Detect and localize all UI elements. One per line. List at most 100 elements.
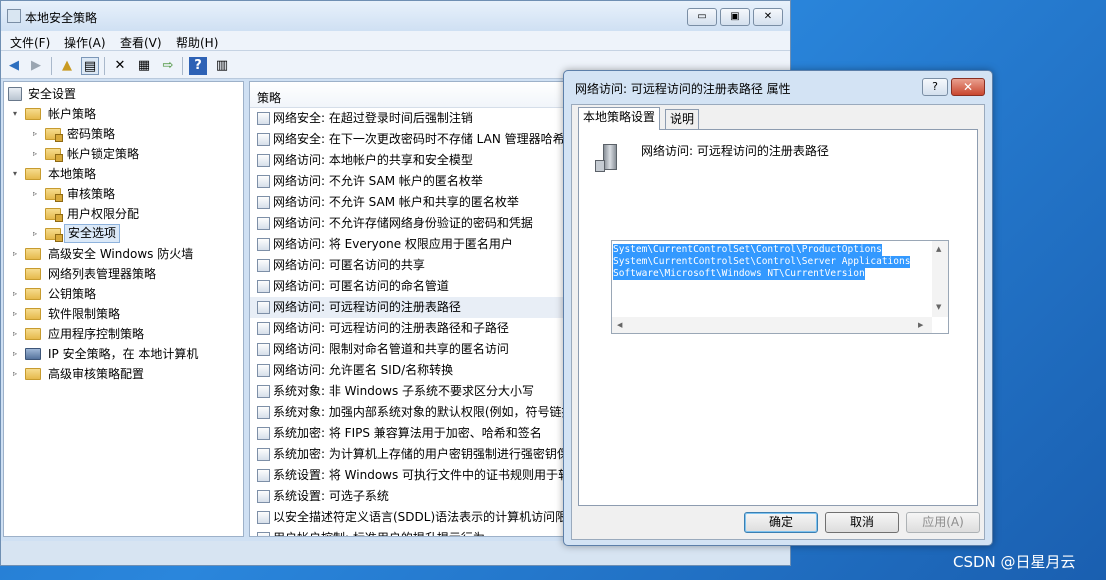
list-item[interactable]: 网络安全: 在超过登录时间后强制注销 xyxy=(250,108,568,129)
tree-item-label: 高级安全 Windows 防火墙 xyxy=(48,247,194,261)
expand-arrow-icon[interactable]: ▹ xyxy=(10,324,20,344)
export-icon[interactable]: ⇨ xyxy=(159,57,177,75)
folder-icon xyxy=(25,168,41,180)
minimize-button[interactable]: ▭ xyxy=(687,8,717,26)
toolbar-separator xyxy=(182,57,183,75)
list-item[interactable]: 网络访问: 不允许存储网络身份验证的密码和凭据 xyxy=(250,213,568,234)
list-item[interactable]: 网络访问: 可匿名访问的命名管道 xyxy=(250,276,568,297)
menu-file[interactable]: 文件(F) xyxy=(10,34,50,51)
list-item[interactable]: 网络访问: 可匿名访问的共享 xyxy=(250,255,568,276)
list-item[interactable]: 以安全描述符定义语言(SDDL)语法表示的计算机访问限 xyxy=(250,507,568,528)
expand-arrow-icon[interactable]: ▹ xyxy=(10,344,20,364)
list-item[interactable]: 网络安全: 在下一次更改密码时不存储 LAN 管理器哈希 xyxy=(250,129,568,150)
list-item[interactable]: 网络访问: 不允许 SAM 帐户的匿名枚举 xyxy=(250,171,568,192)
policy-folder-icon xyxy=(45,188,63,202)
list-item[interactable]: 网络访问: 限制对命名管道和共享的匿名访问 xyxy=(250,339,568,360)
list-item-label: 网络安全: 在下一次更改密码时不存储 LAN 管理器哈希 xyxy=(273,132,565,146)
tab-local-policy-setting[interactable]: 本地策略设置 xyxy=(578,107,661,130)
vertical-scrollbar[interactable]: ▲ ▼ xyxy=(932,241,948,317)
dialog-title: 网络访问: 可远程访问的注册表路径 属性 xyxy=(575,82,791,96)
expand-arrow-icon[interactable]: ▹ xyxy=(30,184,40,204)
registry-path-line: Software\Microsoft\Windows NT\CurrentVer… xyxy=(613,268,865,280)
ok-button[interactable]: 确定 xyxy=(744,512,818,533)
list-item[interactable]: 网络访问: 允许匿名 SID/名称转换 xyxy=(250,360,568,381)
list-item[interactable]: 系统对象: 非 Windows 子系统不要求区分大小写 xyxy=(250,381,568,402)
title-bar: 本地安全策略 ▭ ▣ ✕ xyxy=(1,1,790,31)
list-item[interactable]: 系统设置: 将 Windows 可执行文件中的证书规则用于软 xyxy=(250,465,568,486)
expand-arrow-icon[interactable]: ▹ xyxy=(30,124,40,144)
close-button[interactable]: ✕ xyxy=(753,8,783,26)
tab-panel: 网络访问: 可远程访问的注册表路径 System\CurrentControlS… xyxy=(578,129,978,506)
list-item-selected[interactable]: 网络访问: 可远程访问的注册表路径 xyxy=(250,297,568,318)
list-item[interactable]: 网络访问: 本地帐户的共享和安全模型 xyxy=(250,150,568,171)
scroll-right-icon[interactable]: ▶ xyxy=(918,321,923,329)
list-item-label: 网络安全: 在超过登录时间后强制注销 xyxy=(273,111,473,125)
expand-arrow-icon[interactable]: ▹ xyxy=(10,364,20,384)
app-icon xyxy=(7,9,21,23)
properties-icon[interactable]: ▦ xyxy=(135,57,153,75)
back-arrow-icon[interactable]: ◀ xyxy=(5,57,23,75)
up-folder-icon[interactable]: ▲ xyxy=(58,57,76,75)
list-item-label: 网络访问: 限制对命名管道和共享的匿名访问 xyxy=(273,342,509,356)
expand-arrow-icon[interactable]: ▹ xyxy=(10,244,20,264)
list-item-label: 系统加密: 将 FIPS 兼容算法用于加密、哈希和签名 xyxy=(273,426,542,440)
tab-explain[interactable]: 说明 xyxy=(665,109,700,129)
list-item[interactable]: 系统加密: 将 FIPS 兼容算法用于加密、哈希和签名 xyxy=(250,423,568,444)
apply-button[interactable]: 应用(A) xyxy=(906,512,980,533)
view-icon[interactable]: ▥ xyxy=(213,57,231,75)
scroll-left-icon[interactable]: ◀ xyxy=(617,321,622,329)
policy-icon xyxy=(257,196,270,209)
policy-icon xyxy=(257,154,270,167)
tree-item-label: 软件限制策略 xyxy=(48,307,121,321)
delete-icon[interactable]: ✕ xyxy=(111,57,129,75)
tree-item-label: 公钥策略 xyxy=(48,287,97,301)
tree-item-label: 应用程序控制策略 xyxy=(48,327,145,341)
list-item-label: 网络访问: 本地帐户的共享和安全模型 xyxy=(273,153,473,167)
server-icon xyxy=(595,144,625,174)
column-header-policy[interactable]: 策略 xyxy=(250,82,568,108)
expand-arrow-icon[interactable]: ▾ xyxy=(10,164,20,184)
dialog-close-button[interactable]: ✕ xyxy=(951,78,985,96)
tree-item-label: 用户权限分配 xyxy=(67,207,140,221)
dialog-body: 本地策略设置 说明 网络访问: 可远程访问的注册表路径 System\Curre… xyxy=(571,104,985,540)
forward-arrow-icon[interactable]: ▶ xyxy=(27,57,45,75)
menu-action[interactable]: 操作(A) xyxy=(64,34,106,51)
expand-arrow-icon[interactable]: ▾ xyxy=(10,104,20,124)
list-item[interactable]: 网络访问: 不允许 SAM 帐户和共享的匿名枚举 xyxy=(250,192,568,213)
tree-item-label: 帐户锁定策略 xyxy=(67,147,140,161)
policy-icon xyxy=(257,427,270,440)
expand-arrow-icon[interactable]: ▹ xyxy=(10,284,20,304)
policy-icon xyxy=(257,301,270,314)
registry-paths-textarea[interactable]: System\CurrentControlSet\Control\Product… xyxy=(611,240,949,334)
list-item[interactable]: 系统加密: 为计算机上存储的用户密钥强制进行强密钥保 xyxy=(250,444,568,465)
cancel-button[interactable]: 取消 xyxy=(825,512,899,533)
help-icon[interactable]: ? xyxy=(189,57,207,75)
policy-icon xyxy=(257,448,270,461)
policy-icon xyxy=(257,217,270,230)
folder-icon xyxy=(25,308,41,320)
help-button[interactable]: ? xyxy=(922,78,948,96)
tree-item-label: 审核策略 xyxy=(67,187,116,201)
policy-icon xyxy=(257,259,270,272)
menu-view[interactable]: 查看(V) xyxy=(120,34,162,51)
tree-item-security-options[interactable]: ▹ 安全选项 xyxy=(30,224,130,244)
menu-help[interactable]: 帮助(H) xyxy=(176,34,218,51)
list-item-label: 系统对象: 加强内部系统对象的默认权限(例如，符号链接 xyxy=(273,405,569,419)
expand-arrow-icon[interactable]: ▹ xyxy=(30,144,40,164)
list-item[interactable]: 网络访问: 将 Everyone 权限应用于匿名用户 xyxy=(250,234,568,255)
maximize-button[interactable]: ▣ xyxy=(720,8,750,26)
scroll-down-icon[interactable]: ▼ xyxy=(936,303,941,311)
policy-icon xyxy=(257,511,270,524)
list-item-label: 网络访问: 不允许 SAM 帐户和共享的匿名枚举 xyxy=(273,195,519,209)
list-item[interactable]: 系统设置: 可选子系统 xyxy=(250,486,568,507)
show-tree-icon[interactable]: ▤ xyxy=(81,57,99,75)
list-item-label: 以安全描述符定义语言(SDDL)语法表示的计算机访问限 xyxy=(273,510,568,524)
list-item-label: 网络访问: 允许匿名 SID/名称转换 xyxy=(273,363,454,377)
list-item[interactable]: 系统对象: 加强内部系统对象的默认权限(例如，符号链接 xyxy=(250,402,569,423)
expand-arrow-icon[interactable]: ▹ xyxy=(10,304,20,324)
scroll-up-icon[interactable]: ▲ xyxy=(936,245,941,253)
horizontal-scrollbar[interactable]: ◀ ▶ xyxy=(612,317,932,333)
list-item[interactable]: 用户帐户控制: 标准用户的提升提示行为 xyxy=(250,528,568,536)
expand-arrow-icon[interactable]: ▹ xyxy=(30,224,40,244)
list-item[interactable]: 网络访问: 可远程访问的注册表路径和子路径 xyxy=(250,318,568,339)
